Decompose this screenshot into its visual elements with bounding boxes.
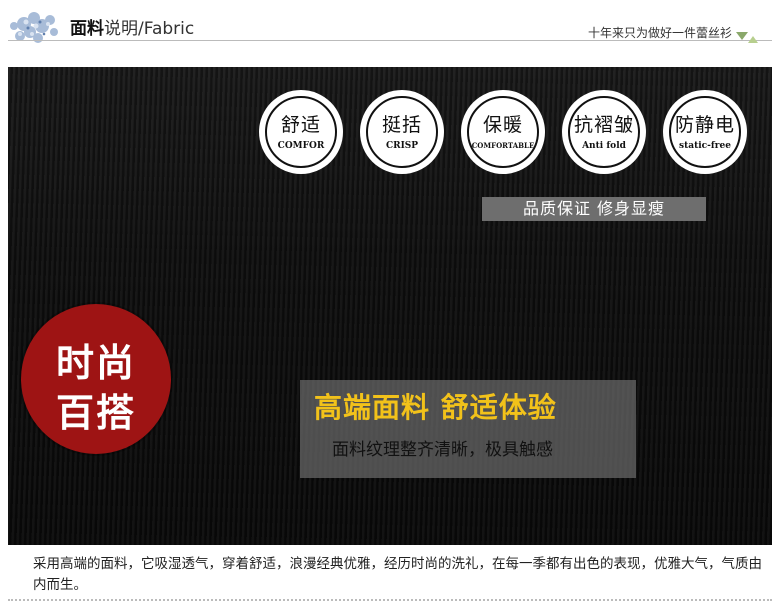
- feature-icons: 舒适 COMFOR 挺括 CRISP 保暖 COMFORTABLE 抗褶皱 Anti f…: [260, 91, 760, 181]
- feature-cn: 保暖: [482, 114, 523, 136]
- feature-comfort: 舒适 COMFOR: [260, 91, 342, 173]
- fabric-image-panel: 舒适 COMFOR 挺括 CRISP 保暖 COMFORTABLE 抗褶皱 Anti f…: [8, 67, 772, 545]
- brand-slogan: 十年来只为做好一件蕾丝衫: [587, 26, 732, 40]
- feature-en: CRISP: [385, 140, 419, 151]
- feature-cn: 舒适: [280, 113, 321, 136]
- section-header: 面料说明/Fabric 十年来只为做好一件蕾丝衫: [0, 0, 780, 64]
- feature-anti-fold: 抗褶皱 Anti fold: [563, 91, 645, 173]
- fabric-description: 采用高端的面料，它吸湿透气，穿着舒适，浪漫经典优雅，经历时尚的洗礼，在每一季都有…: [33, 556, 762, 593]
- quality-banner: 品质保证 修身显瘦: [482, 197, 706, 221]
- title-bold: 面料: [70, 19, 104, 39]
- style-badge: 时尚 百搭: [21, 304, 171, 454]
- feature-cn: 抗褶皱: [573, 113, 634, 136]
- feature-warm: 保暖 COMFORTABLE: [462, 91, 544, 173]
- flower-decoration-icon: [10, 12, 58, 43]
- feature-en: static-free: [679, 140, 731, 151]
- feature-cn: 防静电: [674, 113, 735, 136]
- promo-headline: 高端面料 舒适体验: [314, 391, 557, 424]
- feature-static-free: 防静电 static-free: [664, 91, 746, 173]
- page-title: 面料说明/Fabric: [70, 14, 194, 39]
- feature-cn: 挺括: [381, 113, 422, 136]
- title-rest: 说明/Fabric: [104, 19, 195, 39]
- badge-line2: 百搭: [55, 390, 136, 435]
- feature-en: Anti fold: [582, 140, 626, 151]
- promo-box: 高端面料 舒适体验 面料纹理整齐清晰，极具触感: [300, 380, 636, 478]
- feature-crisp: 挺括 CRISP: [361, 91, 443, 173]
- triangle-up-icon: [748, 36, 758, 43]
- dotted-divider: [8, 599, 772, 601]
- promo-subline: 面料纹理整齐清晰，极具触感: [332, 440, 553, 460]
- feature-en: COMFORTABLE: [471, 141, 535, 150]
- badge-line1: 时尚: [55, 340, 136, 385]
- triangle-down-icon: [736, 32, 748, 40]
- feature-en: COMFOR: [277, 140, 325, 151]
